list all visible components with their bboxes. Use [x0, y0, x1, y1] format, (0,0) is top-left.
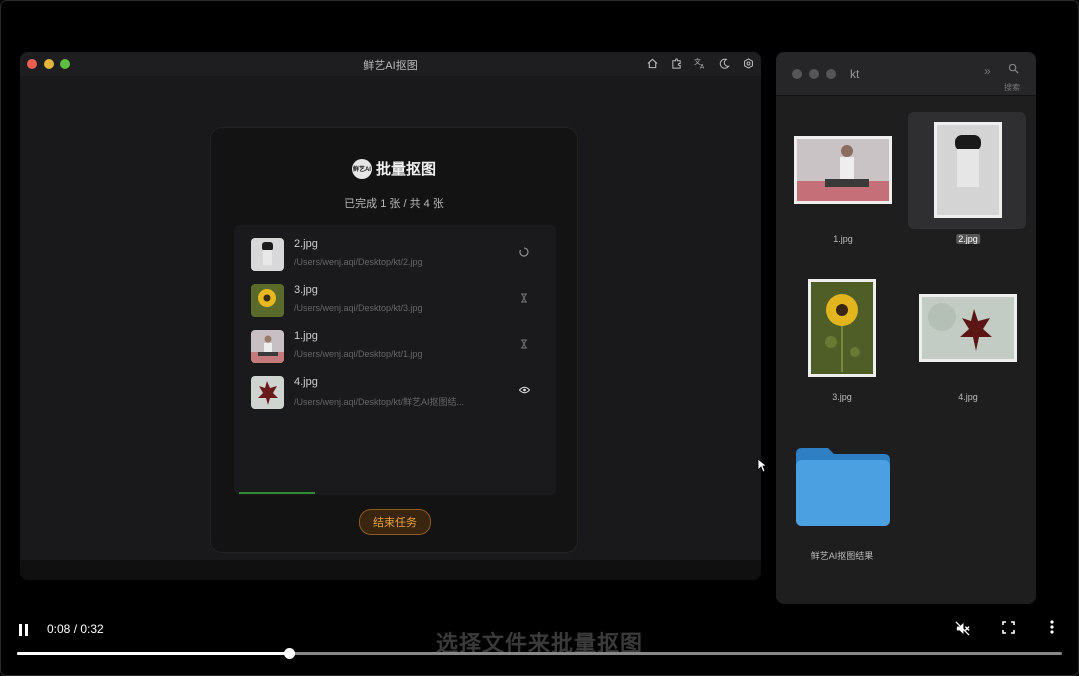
list-item[interactable]: 2.jpg /Users/wenj.aqi/Desktop/kt/2.jpg [251, 237, 551, 273]
file-path: /Users/wenj.aqi/Desktop/kt/2.jpg [294, 257, 423, 267]
thumbnail [251, 376, 284, 409]
hourglass-icon [517, 337, 531, 351]
list-item[interactable]: 3.jpg /Users/wenj.aqi/Desktop/kt/3.jpg [251, 283, 551, 319]
search-icon[interactable] [1008, 63, 1019, 77]
settings-icon[interactable] [741, 56, 755, 70]
file-path: /Users/wenj.aqi/Desktop/kt/3.jpg [294, 303, 423, 313]
cursor-icon [757, 458, 768, 478]
file-path: /Users/wenj.aqi/Desktop/kt/1.jpg [294, 349, 423, 359]
more-options-icon[interactable] [1050, 620, 1054, 634]
finder-zoom-dot[interactable] [826, 69, 836, 79]
progress-summary: 已完成 1 张 / 共 4 张 [344, 198, 444, 210]
file-icon-2[interactable] [934, 122, 1002, 218]
chevron-right-icon[interactable]: » [984, 64, 991, 78]
hourglass-icon [517, 291, 531, 305]
file-icon-1[interactable] [794, 136, 892, 204]
app-logo: 鲜艺AI [351, 158, 372, 179]
file-name: 2.jpg [294, 238, 318, 250]
finder-minimize-dot[interactable] [809, 69, 819, 79]
app-titlebar: 鲜艺AI抠图 文A [20, 52, 761, 76]
svg-text:A: A [700, 64, 705, 70]
file-label: 3.jpg [832, 392, 852, 402]
list-item[interactable]: 1.jpg /Users/wenj.aqi/Desktop/kt/1.jpg [251, 329, 551, 365]
loading-icon [517, 245, 531, 259]
fullscreen-icon[interactable] [1002, 621, 1015, 634]
batch-dialog: 鲜艺AI 批量抠图 已完成 1 张 / 共 4 张 2.jpg /Users/w… [210, 127, 578, 553]
pause-icon[interactable] [18, 624, 30, 636]
list-item[interactable]: 4.jpg /Users/wenj.aqi/Desktop/kt/鲜艺AI抠图结… [251, 375, 551, 411]
thumbnail [251, 284, 284, 317]
file-name: 3.jpg [294, 284, 318, 296]
seek-handle[interactable] [283, 648, 295, 659]
app-bottom-bar [20, 560, 761, 580]
seek-progress [17, 652, 289, 655]
thumbnail [251, 330, 284, 363]
folder-label: 鲜艺AI抠图结果 [810, 551, 874, 561]
finder-window: kt » 搜索 1.jpg 2.jpg 3.jpg 4.jpg 鲜艺AI抠图结果 [776, 52, 1036, 604]
file-label: 2.jpg [956, 234, 980, 244]
home-icon[interactable] [645, 56, 659, 70]
seek-bar[interactable] [17, 648, 1062, 659]
finder-close-dot[interactable] [792, 69, 802, 79]
file-name: 4.jpg [294, 376, 318, 388]
file-icon-4[interactable] [919, 294, 1017, 362]
file-list: 2.jpg /Users/wenj.aqi/Desktop/kt/2.jpg 3… [234, 225, 556, 495]
puzzle-icon[interactable] [669, 56, 683, 70]
thumbnail [251, 238, 284, 271]
video-time: 0:08 / 0:32 [47, 622, 104, 636]
file-label: 4.jpg [958, 392, 978, 402]
translate-icon[interactable]: 文A [693, 56, 707, 70]
file-path: /Users/wenj.aqi/Desktop/kt/鲜艺AI抠图结... [294, 397, 465, 407]
file-label: 1.jpg [833, 234, 853, 244]
finder-title: kt [850, 67, 860, 81]
moon-icon[interactable] [717, 56, 731, 70]
search-label: 搜索 [1004, 83, 1020, 92]
file-name: 1.jpg [294, 330, 318, 342]
app-window: 鲜艺AI抠图 文A 鲜艺AI 批量抠图 已完成 1 张 / 共 4 张 2.jp… [20, 52, 761, 580]
folder-icon[interactable] [794, 446, 892, 528]
end-task-button[interactable]: 结束任务 [359, 509, 431, 535]
mute-icon[interactable] [955, 621, 970, 639]
dialog-title: 批量抠图 [375, 161, 436, 178]
task-progress-bar [239, 492, 316, 494]
eye-icon[interactable] [517, 383, 531, 397]
finder-toolbar: kt » 搜索 [776, 52, 1036, 96]
file-icon-3[interactable] [808, 279, 876, 377]
